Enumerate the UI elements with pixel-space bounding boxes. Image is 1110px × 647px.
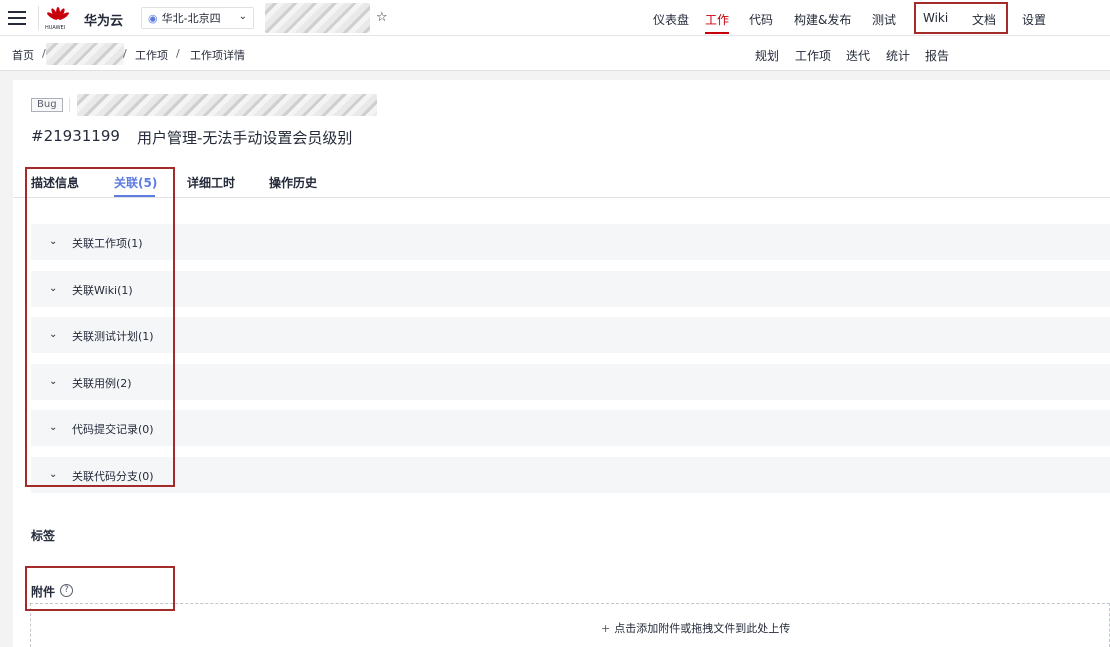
brand-name: 华为云: [84, 14, 124, 29]
subnav-statistics[interactable]: 统计: [886, 47, 910, 64]
relation-row-commits[interactable]: ⌄ 代码提交记录(0): [31, 410, 1110, 446]
subnav-reports[interactable]: 报告: [925, 47, 949, 64]
nav-settings[interactable]: 设置: [1022, 11, 1046, 28]
chevron-down-icon: ⌄: [238, 11, 247, 22]
project-selector-redacted[interactable]: [265, 3, 370, 33]
highlight-box-relations: [25, 167, 175, 487]
breadcrumb-home[interactable]: 首页: [12, 47, 34, 63]
badge-divider: [69, 98, 70, 112]
nav-dashboard[interactable]: 仪表盘: [653, 11, 689, 28]
breadcrumb-bar: 首页 / / 工作项 / 工作项详情 规划 工作项 迭代 统计 报告: [0, 36, 1110, 71]
huawei-logo[interactable]: HUAWEI: [44, 4, 72, 32]
region-selector[interactable]: ◉ 华北-北京四 ⌄: [141, 7, 254, 29]
relation-row-work-items[interactable]: ⌄ 关联工作项(1): [31, 224, 1110, 260]
nav-work[interactable]: 工作: [705, 11, 729, 28]
breadcrumb-work-items[interactable]: 工作项: [135, 47, 168, 63]
work-item-detail-panel: Bug #21931199 用户管理-无法手动设置会员级别 描述信息 关联(5)…: [13, 80, 1110, 647]
attachment-upload-zone[interactable]: [30, 603, 1110, 647]
highlight-box-attachments: [25, 566, 175, 611]
item-id: #21931199: [31, 127, 120, 145]
relation-row-branches[interactable]: ⌄ 关联代码分支(0): [31, 457, 1110, 493]
breadcrumb-detail: 工作项详情: [190, 49, 245, 62]
upload-hint[interactable]: + 点击添加附件或拖拽文件到此处上传: [601, 620, 790, 636]
item-type-badge: Bug: [31, 98, 63, 112]
upload-hint-text: 点击添加附件或拖拽文件到此处上传: [614, 622, 791, 635]
logo-wordmark: HUAWEI: [45, 25, 66, 31]
detail-tabs: 描述信息 关联(5) 详细工时 操作历史: [13, 174, 1110, 198]
logo-divider: [38, 6, 39, 30]
highlight-box-wiki-docs: [914, 2, 1008, 34]
item-summary-redacted: [77, 94, 377, 116]
tags-section-label: 标签: [31, 529, 56, 543]
plus-icon: +: [601, 622, 611, 635]
nav-test[interactable]: 测试: [872, 11, 896, 28]
top-navigation-bar: HUAWEI 华为云 ◉ 华北-北京四 ⌄ ☆ 仪表盘 工作 代码 构建&发布 …: [0, 0, 1110, 36]
item-title[interactable]: 用户管理-无法手动设置会员级别: [137, 127, 352, 148]
nav-code[interactable]: 代码: [749, 11, 773, 28]
relation-row-test-plans[interactable]: ⌄ 关联测试计划(1): [31, 317, 1110, 353]
subnav-work-items[interactable]: 工作项: [795, 47, 831, 64]
relation-row-wiki[interactable]: ⌄ 关联Wiki(1): [31, 271, 1110, 307]
breadcrumb-separator: /: [176, 47, 180, 60]
breadcrumb-project-redacted[interactable]: [46, 43, 124, 65]
location-pin-icon: ◉: [148, 11, 158, 25]
menu-icon[interactable]: [8, 11, 26, 25]
region-label: 华北-北京四: [161, 12, 221, 25]
tab-worktime[interactable]: 详细工时: [187, 174, 235, 191]
breadcrumb-separator: /: [123, 47, 127, 60]
favorite-star-icon[interactable]: ☆: [376, 10, 388, 25]
nav-build-release[interactable]: 构建&发布: [794, 11, 851, 28]
relation-row-test-cases[interactable]: ⌄ 关联用例(2): [31, 364, 1110, 400]
tab-history[interactable]: 操作历史: [269, 174, 317, 191]
subnav-iterations[interactable]: 迭代: [846, 47, 870, 64]
nav-active-underline: [705, 32, 729, 34]
subnav-planning[interactable]: 规划: [755, 47, 779, 64]
